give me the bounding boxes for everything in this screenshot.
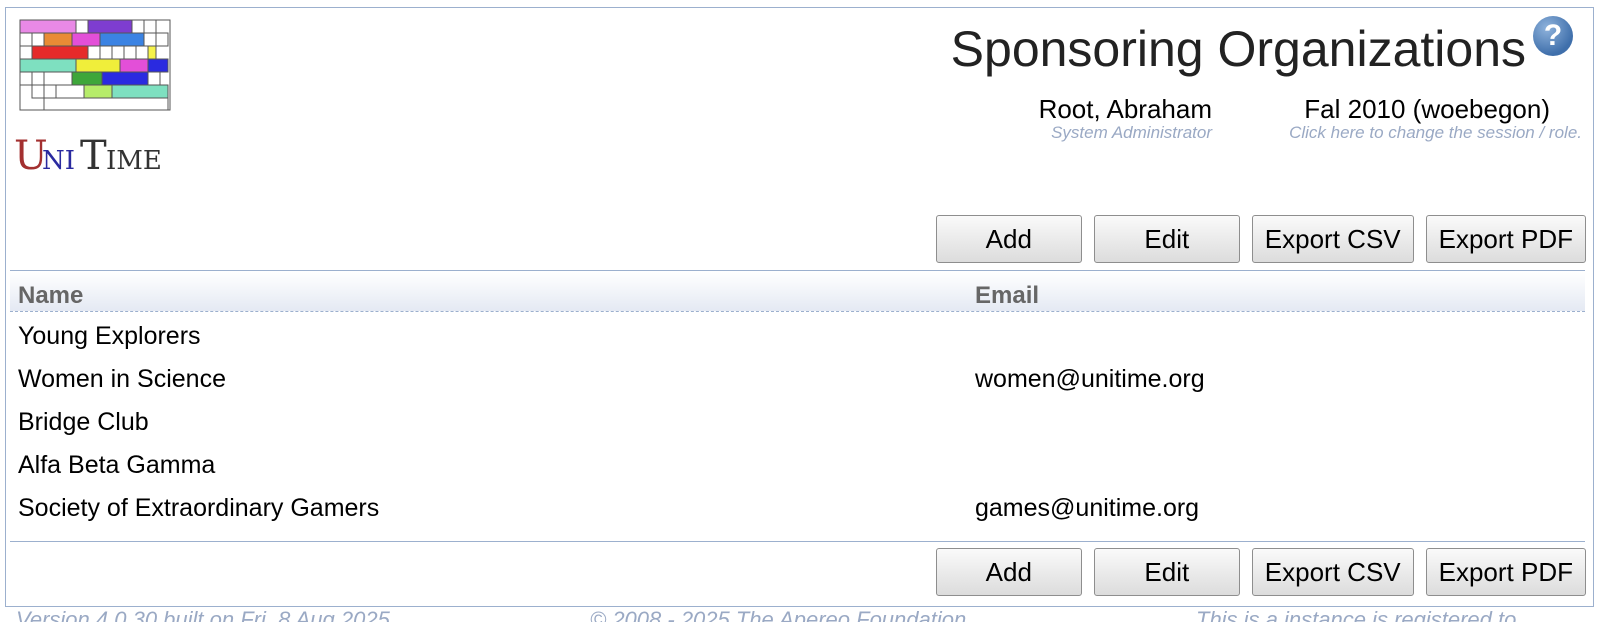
svg-text:T: T — [80, 133, 107, 179]
version-text: Version 4.0.30 built on Fri, 8 Aug 2025 — [16, 610, 390, 622]
svg-text:IME: IME — [106, 146, 162, 176]
header-divider — [10, 270, 1585, 271]
edit-button[interactable]: Edit — [1093, 548, 1240, 596]
edit-button[interactable]: Edit — [1093, 215, 1240, 263]
svg-text:NI: NI — [42, 146, 75, 176]
session-info[interactable]: Fal 2010 (woebegon) Click here to change… — [1260, 94, 1582, 143]
table-row[interactable]: Women in Science women@unitime.org — [10, 359, 1585, 402]
session-hint: Click here to change the session / role. — [1289, 123, 1582, 142]
org-email: women@unitime.org — [975, 365, 1205, 393]
org-name: Women in Science — [18, 365, 226, 393]
table-header: Name Email — [10, 272, 1585, 312]
registration-note: This is a instance is registered to — [1196, 610, 1516, 622]
org-name: Young Explorers — [18, 322, 201, 350]
help-icon[interactable]: ? — [1533, 16, 1573, 56]
copyright-text: © 2008 - 2025 The Apereo Foundation — [590, 610, 966, 622]
column-header-name[interactable]: Name — [18, 282, 83, 310]
export-pdf-button[interactable]: Export PDF — [1425, 548, 1586, 596]
table-row[interactable]: Alfa Beta Gamma — [10, 445, 1585, 488]
user-info[interactable]: Root, Abraham System Administrator — [1000, 94, 1212, 143]
export-csv-button[interactable]: Export CSV — [1251, 548, 1414, 596]
top-toolbar: Add Edit Export CSV Export PDF — [935, 215, 1586, 263]
table-row[interactable]: Bridge Club — [10, 402, 1585, 445]
user-role: System Administrator — [1051, 123, 1212, 142]
unitime-logo[interactable]: U NI T IME — [14, 14, 174, 184]
export-pdf-button[interactable]: Export PDF — [1425, 215, 1586, 263]
table-row[interactable]: Society of Extraordinary Gamers games@un… — [10, 488, 1585, 531]
page-title: Sponsoring Organizations — [950, 21, 1526, 77]
organizations-table: Young Explorers Women in Science women@u… — [10, 316, 1585, 531]
table-row[interactable]: Young Explorers — [10, 316, 1585, 359]
footer-divider — [10, 541, 1585, 542]
org-name: Bridge Club — [18, 408, 149, 436]
org-name: Society of Extraordinary Gamers — [18, 494, 380, 522]
page-footer: Version 4.0.30 built on Fri, 8 Aug 2025 … — [16, 610, 1586, 622]
add-button[interactable]: Add — [935, 215, 1082, 263]
org-name: Alfa Beta Gamma — [18, 451, 216, 479]
add-button[interactable]: Add — [935, 548, 1082, 596]
bottom-toolbar: Add Edit Export CSV Export PDF — [935, 548, 1586, 596]
user-name: Root, Abraham — [1038, 94, 1212, 124]
column-header-email[interactable]: Email — [975, 282, 1039, 310]
session-name: Fal 2010 (woebegon) — [1304, 94, 1550, 124]
export-csv-button[interactable]: Export CSV — [1251, 215, 1414, 263]
org-email: games@unitime.org — [975, 494, 1200, 522]
